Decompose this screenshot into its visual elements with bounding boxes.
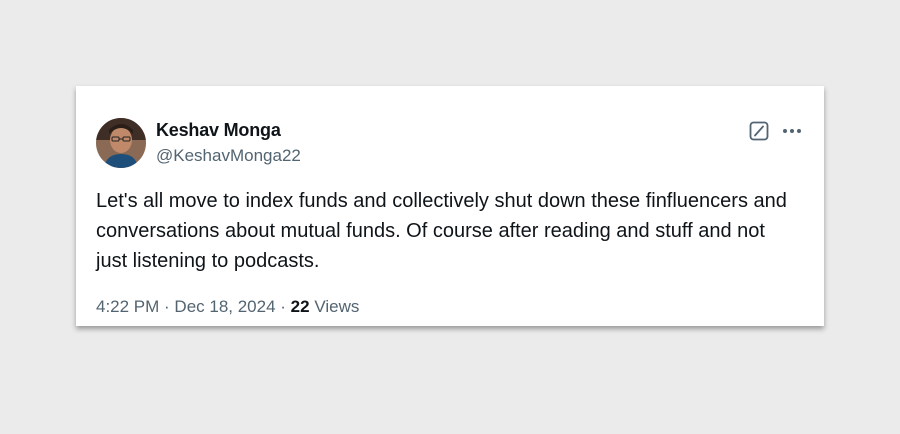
tweet-time[interactable]: 4:22 PM — [96, 297, 159, 316]
more-icon[interactable] — [780, 120, 804, 142]
tweet-text: Let's all move to index funds and collec… — [96, 190, 787, 272]
avatar[interactable] — [96, 118, 146, 168]
author-handle[interactable]: @KeshavMonga22 — [156, 146, 301, 166]
tweet-meta: 4:22 PM · Dec 18, 2024 · 22 Views — [96, 297, 359, 317]
meta-separator: · — [275, 297, 291, 316]
grok-icon[interactable] — [749, 121, 769, 141]
author-name[interactable]: Keshav Monga — [156, 120, 281, 141]
tweet-date[interactable]: Dec 18, 2024 — [174, 297, 275, 316]
views-label: Views — [314, 297, 360, 316]
avatar-image — [96, 118, 146, 168]
meta-separator: · — [159, 297, 175, 316]
tweet-card: Keshav Monga @KeshavMonga22 Let's all mo… — [76, 86, 824, 326]
views-count: 22 — [290, 297, 310, 316]
